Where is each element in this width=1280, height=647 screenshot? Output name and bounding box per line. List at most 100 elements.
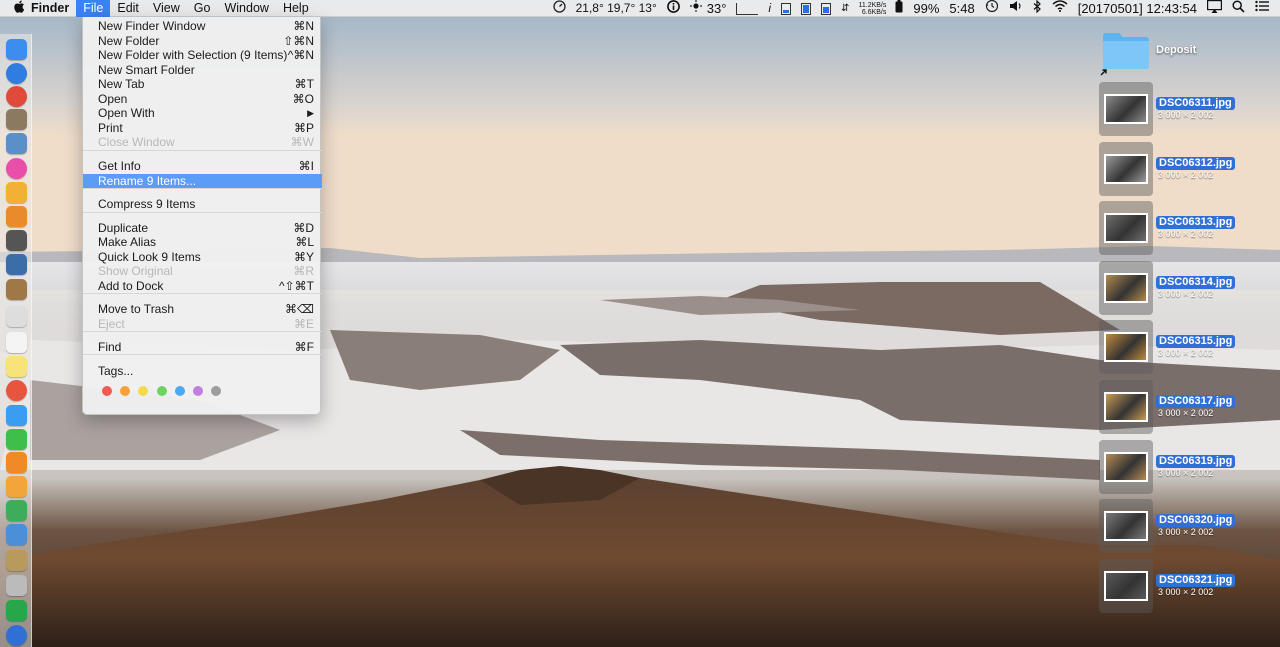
ram-bar-icon[interactable]: [816, 0, 836, 17]
tag-gray-dot[interactable]: [211, 386, 222, 396]
numbers-icon[interactable]: [6, 500, 27, 521]
menu-item-quick-look[interactable]: Quick Look 9 Items ⌘Y: [83, 250, 322, 265]
menu-item-compress-items[interactable]: Compress 9 Items: [83, 197, 322, 212]
menu-item-tags[interactable]: Tags...: [83, 364, 322, 379]
menu-item-new-finder-window[interactable]: New Finder Window ⌘N: [83, 19, 322, 34]
info-icon[interactable]: [662, 0, 685, 18]
airplay-icon[interactable]: [1202, 0, 1227, 18]
menu-view[interactable]: View: [146, 0, 187, 17]
bluetooth-icon[interactable]: [1028, 0, 1047, 18]
preferences-icon[interactable]: [6, 575, 27, 596]
text-edit-icon[interactable]: [6, 306, 27, 327]
menu-help[interactable]: Help: [276, 0, 316, 17]
video-app-icon[interactable]: [6, 254, 27, 275]
menu-item-new-folder-with-selection[interactable]: New Folder with Selection (9 Items) ^⌘N: [83, 48, 322, 63]
safari-icon[interactable]: [6, 63, 27, 84]
facetime-icon[interactable]: [6, 429, 27, 450]
desktop-file-name[interactable]: DSC06319.jpg: [1156, 454, 1236, 468]
battery-percent[interactable]: 99%: [908, 0, 944, 17]
desktop-file-icon[interactable]: [1099, 201, 1153, 256]
time-machine-icon[interactable]: [980, 0, 1004, 18]
desktop-file-name[interactable]: DSC06311.jpg: [1156, 97, 1235, 110]
desktop-file-icon[interactable]: [1099, 82, 1153, 136]
calendar-icon[interactable]: [6, 332, 27, 353]
menu-go[interactable]: Go: [187, 0, 218, 17]
weather-icon[interactable]: [685, 0, 702, 17]
desktop-file-icon[interactable]: [1099, 499, 1153, 554]
menu-item-open[interactable]: Open ⌘O: [83, 92, 322, 107]
menu-item-print[interactable]: Print ⌘P: [83, 121, 322, 136]
photos-icon[interactable]: [6, 182, 27, 203]
desktop-file-name[interactable]: DSC06321.jpg: [1156, 573, 1236, 587]
finder-icon[interactable]: [6, 39, 27, 60]
memory-bar-icon[interactable]: [731, 0, 763, 17]
clock-datetime[interactable]: [20170501] 12:43:54: [1073, 0, 1202, 17]
cpu-bar-icon[interactable]: [776, 0, 796, 17]
desktop-file-name[interactable]: DSC06312.jpg: [1156, 156, 1236, 170]
activity-italic-icon[interactable]: i: [763, 0, 776, 17]
menu-item-new-folder[interactable]: New Folder ⇧⌘N: [83, 34, 322, 49]
menu-item-make-alias[interactable]: Make Alias ⌘L: [83, 235, 322, 250]
desktop-file-icon[interactable]: [1099, 380, 1153, 434]
ibooks-icon[interactable]: [6, 452, 27, 473]
desktop-file-name[interactable]: DSC06315.jpg: [1156, 335, 1236, 349]
desktop-file-icon[interactable]: [1099, 320, 1153, 375]
desktop-file-icon[interactable]: [1099, 558, 1153, 613]
tag-green-dot[interactable]: [156, 386, 167, 396]
notification-center-icon[interactable]: [1250, 0, 1274, 17]
itunes-icon[interactable]: [6, 158, 27, 179]
desktop-file-name[interactable]: DSC06320.jpg: [1156, 514, 1236, 528]
desktop-file-name[interactable]: DSC06313.jpg: [1156, 216, 1236, 230]
tag-blue-dot[interactable]: [174, 386, 185, 396]
menu-item-new-tab[interactable]: New Tab ⌘T: [83, 77, 322, 92]
keynote-icon[interactable]: [6, 524, 27, 545]
menu-item-duplicate[interactable]: Duplicate ⌘D: [83, 221, 322, 236]
menu-item-rename-items[interactable]: Rename 9 Items...: [83, 174, 322, 189]
menu-item-open-with[interactable]: Open With ▶: [83, 106, 322, 121]
menu-item-find[interactable]: Find ⌘F: [83, 340, 322, 355]
wifi-icon[interactable]: [1047, 0, 1073, 17]
tag-yellow-dot[interactable]: [138, 386, 149, 396]
chrome-icon[interactable]: [6, 86, 27, 107]
menu-item-new-smart-folder[interactable]: New Smart Folder: [83, 63, 322, 78]
pages-icon[interactable]: [6, 476, 27, 497]
notebook-icon[interactable]: [6, 279, 27, 300]
menu-item-move-to-trash[interactable]: Move to Trash ⌘⌫: [83, 302, 322, 317]
menu-edit[interactable]: Edit: [110, 0, 146, 17]
tag-orange-dot[interactable]: [120, 386, 131, 396]
desktop-file-name[interactable]: DSC06314.jpg: [1156, 275, 1236, 289]
menu-file[interactable]: File: [76, 0, 111, 17]
apple-menu-icon[interactable]: [0, 0, 25, 17]
network-speed[interactable]: 11.2KB/s 6.6KB/s: [854, 2, 890, 16]
battery-icon[interactable]: [890, 0, 908, 18]
menu-item-get-info[interactable]: Get Info ⌘I: [83, 159, 322, 174]
volume-icon[interactable]: [1004, 0, 1028, 17]
google-icon[interactable]: [6, 380, 27, 401]
skype-icon[interactable]: [6, 600, 27, 621]
spotlight-search-icon[interactable]: [1227, 0, 1250, 18]
menu-window[interactable]: Window: [217, 0, 275, 17]
messages-icon[interactable]: [6, 405, 27, 426]
desktop-folder-label[interactable]: Deposit: [1156, 44, 1196, 56]
battery-time-remaining[interactable]: 5:48: [944, 0, 979, 17]
notes-icon[interactable]: [6, 356, 27, 377]
preview-icon[interactable]: [6, 133, 27, 154]
gauge-icon[interactable]: [548, 0, 571, 18]
disk-bar-icon[interactable]: [796, 0, 816, 17]
tag-purple-dot[interactable]: [193, 386, 203, 396]
archive-icon[interactable]: [6, 550, 27, 571]
desktop-file-icon[interactable]: [1099, 439, 1153, 494]
desktop-folder-deposit[interactable]: [1102, 32, 1150, 70]
weather-temperature[interactable]: 33°: [702, 0, 732, 17]
onepassword-icon[interactable]: [6, 625, 27, 646]
temperature-readout[interactable]: 21,8° 19,7° 13°: [571, 0, 662, 17]
box-icon[interactable]: [6, 109, 27, 130]
tag-red-dot[interactable]: [102, 386, 112, 396]
desktop-file-icon[interactable]: [1099, 141, 1153, 196]
desktop-file-icon[interactable]: [1099, 260, 1153, 315]
swap-bar-icon[interactable]: ⇵: [836, 0, 854, 17]
app-menu-finder[interactable]: Finder: [24, 0, 76, 17]
desktop-file-name[interactable]: DSC06317.jpg: [1156, 395, 1236, 408]
menu-item-add-to-dock[interactable]: Add to Dock ^⇧⌘T: [83, 279, 322, 294]
final-cut-icon[interactable]: [6, 230, 27, 251]
